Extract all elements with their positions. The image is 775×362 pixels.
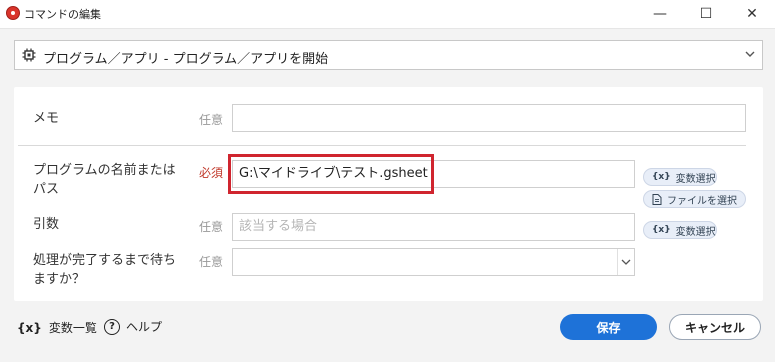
program-path-variable-select-button[interactable]: {x} 変数選択 bbox=[643, 168, 717, 186]
variable-icon: {x} bbox=[652, 172, 671, 182]
close-button[interactable]: ✕ bbox=[729, 0, 775, 28]
section-divider bbox=[18, 145, 746, 146]
app-icon bbox=[6, 6, 20, 20]
variables-list-label: 変数一覧 bbox=[48, 321, 97, 335]
title-divider bbox=[0, 28, 775, 29]
window-title: コマンドの編集 bbox=[24, 8, 101, 21]
wait-dropdown-chevron[interactable] bbox=[617, 249, 634, 275]
chip-icon bbox=[22, 48, 36, 62]
variable-select-label: 変数選択 bbox=[675, 226, 716, 238]
arguments-variable-select-button[interactable]: {x} 変数選択 bbox=[643, 221, 717, 239]
maximize-button[interactable]: ☐ bbox=[683, 0, 729, 28]
program-path-requirement: 必須 bbox=[199, 166, 224, 180]
program-path-label-line2: パス bbox=[33, 182, 60, 197]
memo-requirement: 任意 bbox=[199, 113, 224, 127]
chevron-down-icon bbox=[745, 51, 755, 57]
file-icon bbox=[652, 193, 662, 205]
memo-input[interactable] bbox=[232, 104, 746, 132]
wait-label-line2: ますか？ bbox=[33, 272, 86, 287]
variable-select-label: 変数選択 bbox=[675, 173, 716, 185]
title-bar: コマンドの編集 — ☐ ✕ bbox=[0, 0, 775, 28]
variables-icon: {x} bbox=[17, 320, 42, 335]
highlight-box bbox=[228, 154, 434, 194]
memo-label: メモ bbox=[33, 111, 60, 126]
program-path-label-line1: プログラムの名前または bbox=[33, 163, 176, 178]
action-label: プログラム／アプリ - プログラム／アプリを開始 bbox=[43, 52, 329, 67]
help-label: ヘルプ bbox=[126, 320, 163, 334]
arguments-requirement: 任意 bbox=[199, 220, 224, 234]
help-link[interactable]: ? ヘルプ bbox=[104, 318, 162, 335]
arguments-input[interactable]: 該当する場合 bbox=[232, 213, 635, 241]
cancel-button[interactable]: キャンセル bbox=[669, 314, 761, 340]
file-select-button[interactable]: ファイルを選択 bbox=[643, 190, 746, 208]
chevron-down-icon bbox=[621, 259, 631, 265]
save-button[interactable]: 保存 bbox=[560, 314, 657, 340]
minimize-button[interactable]: — bbox=[637, 0, 683, 28]
action-selector[interactable]: プログラム／アプリ - プログラム／アプリを開始 bbox=[14, 40, 763, 70]
variable-icon: {x} bbox=[652, 225, 671, 235]
variables-list-link[interactable]: {x} 変数一覧 bbox=[17, 319, 97, 336]
file-select-label: ファイルを選択 bbox=[667, 195, 737, 207]
wait-dropdown[interactable] bbox=[232, 248, 635, 276]
wait-requirement: 任意 bbox=[199, 255, 224, 269]
help-icon: ? bbox=[104, 318, 120, 335]
wait-label-line1: 処理が完了するまで待ち bbox=[33, 253, 177, 268]
arguments-label: 引数 bbox=[33, 217, 60, 232]
